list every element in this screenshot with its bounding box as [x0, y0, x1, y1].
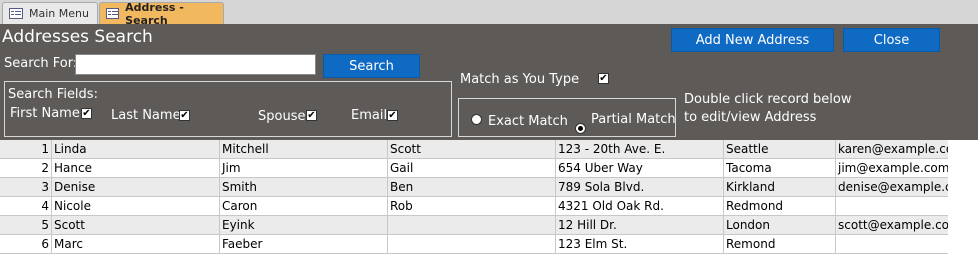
- search-for-label: Search For:: [4, 56, 78, 71]
- record-number-cell[interactable]: 4: [0, 197, 51, 215]
- record-number-cell[interactable]: 2: [0, 159, 51, 177]
- search-form-header: Addresses Search Add New Address Close S…: [0, 24, 978, 140]
- form-icon: [9, 8, 23, 19]
- spouse-cell[interactable]: [387, 235, 555, 253]
- hint-line-2: to edit/view Address: [684, 110, 817, 125]
- first-name-cell[interactable]: Linda: [51, 140, 219, 158]
- table-row[interactable]: 6 Marc Faeber 123 Elm St. Remond: [0, 235, 948, 254]
- form-icon: [106, 8, 120, 19]
- partial-match-radio[interactable]: [575, 123, 586, 134]
- last-name-cell[interactable]: Eyink: [219, 216, 387, 234]
- match-as-you-type-checkbox[interactable]: ✔: [598, 73, 609, 84]
- last-name-field-label: Last Name: [111, 108, 181, 123]
- close-button[interactable]: Close: [843, 28, 940, 52]
- table-row[interactable]: 2 Hance Jim Gail 654 Uber Way Tacoma jim@examp…: [0, 159, 948, 178]
- email-field-label: Email: [351, 108, 388, 123]
- email-field-checkbox[interactable]: ✔: [387, 110, 398, 121]
- first-name-cell[interactable]: Hance: [51, 159, 219, 177]
- tab-address-search[interactable]: Address - Search: [99, 0, 224, 27]
- address-cell[interactable]: 123 Elm St.: [555, 235, 723, 253]
- city-cell[interactable]: London: [723, 216, 835, 234]
- email-cell[interactable]: karen@example.com: [835, 140, 948, 158]
- address-cell[interactable]: 789 Sola Blvd.: [555, 178, 723, 196]
- document-tab-bar: Main Menu Address - Search: [0, 0, 978, 27]
- email-cell[interactable]: jim@example.com: [835, 159, 948, 177]
- hint-line-1: Double click record below: [684, 92, 852, 107]
- table-row[interactable]: 1 Linda Mitchell Scott 123 - 20th Ave. E. Sea…: [0, 140, 948, 159]
- search-fields-label: Search Fields:: [8, 87, 98, 102]
- last-name-cell[interactable]: Mitchell: [219, 140, 387, 158]
- match-as-you-type-label: Match as You Type: [460, 72, 580, 87]
- spouse-cell[interactable]: Gail: [387, 159, 555, 177]
- tab-address-search-label: Address - Search: [125, 0, 184, 27]
- spouse-field-checkbox[interactable]: ✔: [306, 110, 317, 121]
- spouse-cell[interactable]: Scott: [387, 140, 555, 158]
- last-name-cell[interactable]: Caron: [219, 197, 387, 215]
- address-cell[interactable]: 12 Hill Dr.: [555, 216, 723, 234]
- record-number-cell[interactable]: 5: [0, 216, 51, 234]
- table-row[interactable]: 4 Nicole Caron Rob 4321 Old Oak Rd. Redmond: [0, 197, 948, 216]
- first-name-cell[interactable]: Denise: [51, 178, 219, 196]
- city-cell[interactable]: Kirkland: [723, 178, 835, 196]
- record-number-cell[interactable]: 3: [0, 178, 51, 196]
- tab-main-menu-label: Main Menu: [29, 7, 89, 20]
- address-records-grid: 1 Linda Mitchell Scott 123 - 20th Ave. E. Sea…: [0, 140, 978, 275]
- email-cell[interactable]: scott@example.com: [835, 216, 948, 234]
- city-cell[interactable]: Redmond: [723, 197, 835, 215]
- exact-match-label: Exact Match: [488, 114, 568, 129]
- search-input[interactable]: [75, 54, 316, 75]
- email-cell[interactable]: denise@example.com: [835, 178, 948, 196]
- exact-match-radio[interactable]: [471, 114, 482, 125]
- tab-main-menu[interactable]: Main Menu: [2, 2, 98, 24]
- address-cell[interactable]: 123 - 20th Ave. E.: [555, 140, 723, 158]
- last-name-cell[interactable]: Faeber: [219, 235, 387, 253]
- add-new-address-button[interactable]: Add New Address: [671, 28, 834, 52]
- partial-match-label: Partial Match: [591, 112, 676, 127]
- first-name-cell[interactable]: Marc: [51, 235, 219, 253]
- first-name-cell[interactable]: Scott: [51, 216, 219, 234]
- form-title: Addresses Search: [2, 27, 153, 47]
- first-name-cell[interactable]: Nicole: [51, 197, 219, 215]
- record-number-cell[interactable]: 6: [0, 235, 51, 253]
- email-cell[interactable]: [835, 235, 948, 253]
- address-cell[interactable]: 4321 Old Oak Rd.: [555, 197, 723, 215]
- search-button[interactable]: Search: [323, 54, 420, 78]
- address-cell[interactable]: 654 Uber Way: [555, 159, 723, 177]
- last-name-cell[interactable]: Smith: [219, 178, 387, 196]
- record-number-cell[interactable]: 1: [0, 140, 51, 158]
- spouse-cell[interactable]: Rob: [387, 197, 555, 215]
- first-name-field-checkbox[interactable]: ✔: [81, 108, 92, 119]
- email-cell[interactable]: [835, 197, 948, 215]
- first-name-field-label: First Name: [10, 106, 80, 121]
- spouse-field-label: Spouse: [258, 109, 306, 124]
- last-name-cell[interactable]: Jim: [219, 159, 387, 177]
- table-row[interactable]: 5 Scott Eyink 12 Hill Dr. London scott@exampl…: [0, 216, 948, 235]
- spouse-cell[interactable]: Ben: [387, 178, 555, 196]
- last-name-field-checkbox[interactable]: ✔: [179, 110, 190, 121]
- city-cell[interactable]: Remond: [723, 235, 835, 253]
- city-cell[interactable]: Tacoma: [723, 159, 835, 177]
- city-cell[interactable]: Seattle: [723, 140, 835, 158]
- table-row[interactable]: 3 Denise Smith Ben 789 Sola Blvd. Kirkland den…: [0, 178, 948, 197]
- spouse-cell[interactable]: [387, 216, 555, 234]
